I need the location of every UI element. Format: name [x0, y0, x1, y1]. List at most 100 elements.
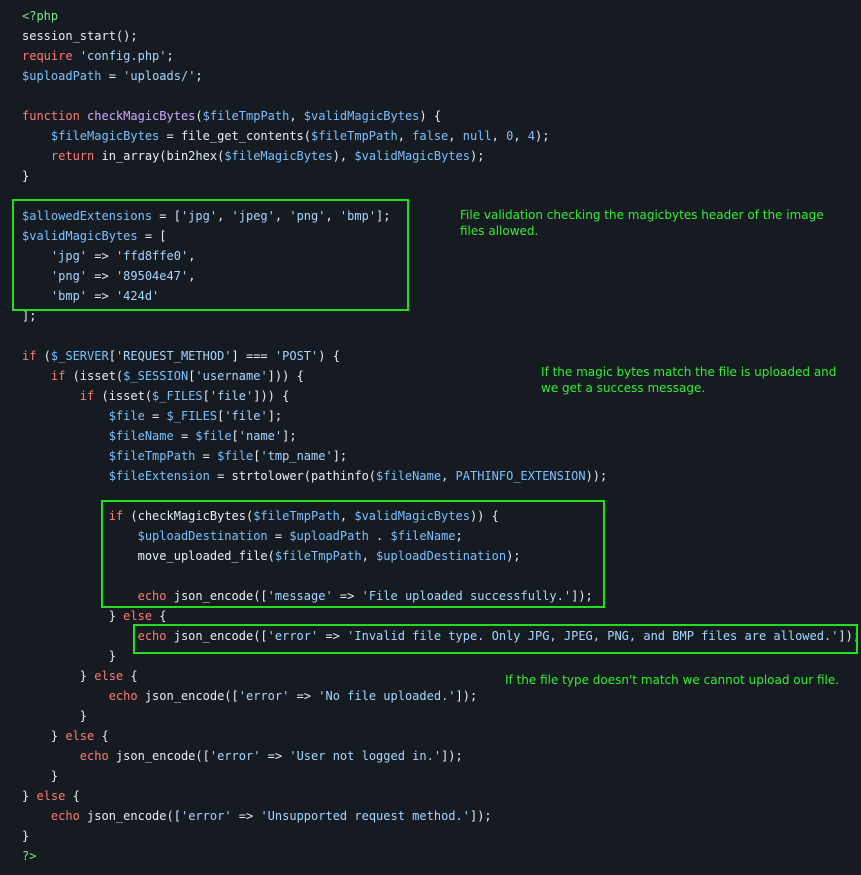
success-annotation: If the magic bytes match the file is upl…	[541, 365, 837, 395]
code-token: ,	[397, 129, 413, 143]
code-token: 'error'	[238, 689, 290, 703]
code-token: echo	[50, 809, 80, 823]
code-token: }	[22, 729, 66, 743]
code-token: [	[108, 349, 116, 363]
code-token: (	[36, 349, 51, 363]
code-token: =>	[289, 689, 319, 703]
code-token: }	[22, 649, 116, 663]
code-token: ,	[289, 109, 304, 123]
code-token: json_encode([	[108, 749, 210, 763]
code-token: ];	[282, 429, 297, 443]
code-line: ?>	[22, 846, 860, 866]
code-token: null	[462, 129, 492, 143]
code-token: $file	[108, 409, 145, 423]
code-line: function checkMagicBytes($fileTmpPath, $…	[22, 106, 860, 126]
code-token: {	[65, 789, 80, 803]
code-token: }	[22, 609, 124, 623]
code-token: ) {	[419, 109, 442, 123]
code-token: PATHINFO_EXTENSION	[455, 469, 586, 483]
code-line: }	[22, 166, 860, 186]
code-token: if	[50, 369, 66, 383]
code-line: require 'config.php';	[22, 46, 860, 66]
code-token: = strtolower(pathinfo(	[209, 469, 377, 483]
code-token: =>	[231, 809, 261, 823]
code-token: ;	[166, 49, 174, 63]
code-token: function	[22, 109, 80, 123]
code-line: $file = $_FILES['file'];	[22, 406, 860, 426]
code-token: }	[22, 709, 88, 723]
code-token: 'error'	[180, 809, 232, 823]
code-token: 'name'	[238, 429, 283, 443]
code-token: $uploadPath	[22, 69, 102, 83]
code-line: echo json_encode(['error' => 'User not l…	[22, 746, 860, 766]
code-line: $fileTmpPath = $file['tmp_name'];	[22, 446, 860, 466]
code-token: }	[22, 669, 95, 683]
code-token: $_FILES	[152, 389, 203, 403]
code-token: 'uploads/'	[123, 69, 196, 83]
code-token: 4	[527, 129, 536, 143]
code-token: 'No file uploaded.'	[318, 689, 456, 703]
code-token: ])) {	[253, 389, 290, 403]
code-token: ]);	[469, 809, 492, 823]
code-token: $file	[217, 449, 254, 463]
code-token: }	[22, 829, 30, 843]
code-token: ?>	[22, 849, 37, 863]
code-line: $uploadPath = 'uploads/';	[22, 66, 860, 86]
code-line: }	[22, 766, 860, 786]
code-token: $fileTmpPath	[311, 129, 398, 143]
code-token: [	[231, 429, 239, 443]
validation-highlight-box	[12, 199, 409, 311]
code-token: }	[22, 789, 37, 803]
code-token: 'POST'	[274, 349, 319, 363]
code-token: = file_get_contents(	[159, 129, 312, 143]
code-block: <?php session_start(); require 'config.php…	[22, 6, 860, 866]
code-token: $fileMagicBytes	[50, 129, 160, 143]
code-token: (isset(	[65, 369, 124, 383]
code-line: echo json_encode(['error' => 'Unsupporte…	[22, 806, 860, 826]
code-token: ;	[195, 69, 203, 83]
code-token: $_FILES	[166, 409, 218, 423]
code-token: $fileExtension	[108, 469, 210, 483]
code-token: ,	[441, 469, 456, 483]
code-token: 'username'	[195, 369, 268, 383]
code-token: checkMagicBytes	[87, 109, 196, 123]
code-token: ];	[332, 449, 348, 463]
code-token: =>	[260, 749, 290, 763]
code-token: else	[94, 669, 124, 683]
code-token: else	[123, 609, 153, 623]
code-token: (	[195, 109, 203, 123]
code-line: echo json_encode(['error' => 'No file up…	[22, 686, 860, 706]
code-token: ,	[513, 129, 528, 143]
code-token: $validMagicBytes	[303, 109, 420, 123]
code-token: else	[36, 789, 66, 803]
code-line: session_start();	[22, 26, 860, 46]
code-line: } else {	[22, 726, 860, 746]
code-token: }	[22, 769, 59, 783]
code-line: return in_array(bin2hex($fileMagicBytes)…	[22, 146, 860, 166]
code-token: (isset(	[94, 389, 153, 403]
code-token: $_SERVER	[50, 349, 109, 363]
code-token: ,	[491, 129, 507, 143]
code-line: }	[22, 706, 860, 726]
code-token: $fileName	[376, 469, 442, 483]
code-line: <?php	[22, 6, 860, 26]
code-token: 'file'	[209, 389, 254, 403]
code-token: ));	[585, 469, 608, 483]
code-token: json_encode([	[79, 809, 181, 823]
code-token: <?php	[22, 9, 59, 23]
code-token: $file	[195, 429, 232, 443]
code-token: ]);	[455, 689, 478, 703]
code-line: }	[22, 826, 860, 846]
